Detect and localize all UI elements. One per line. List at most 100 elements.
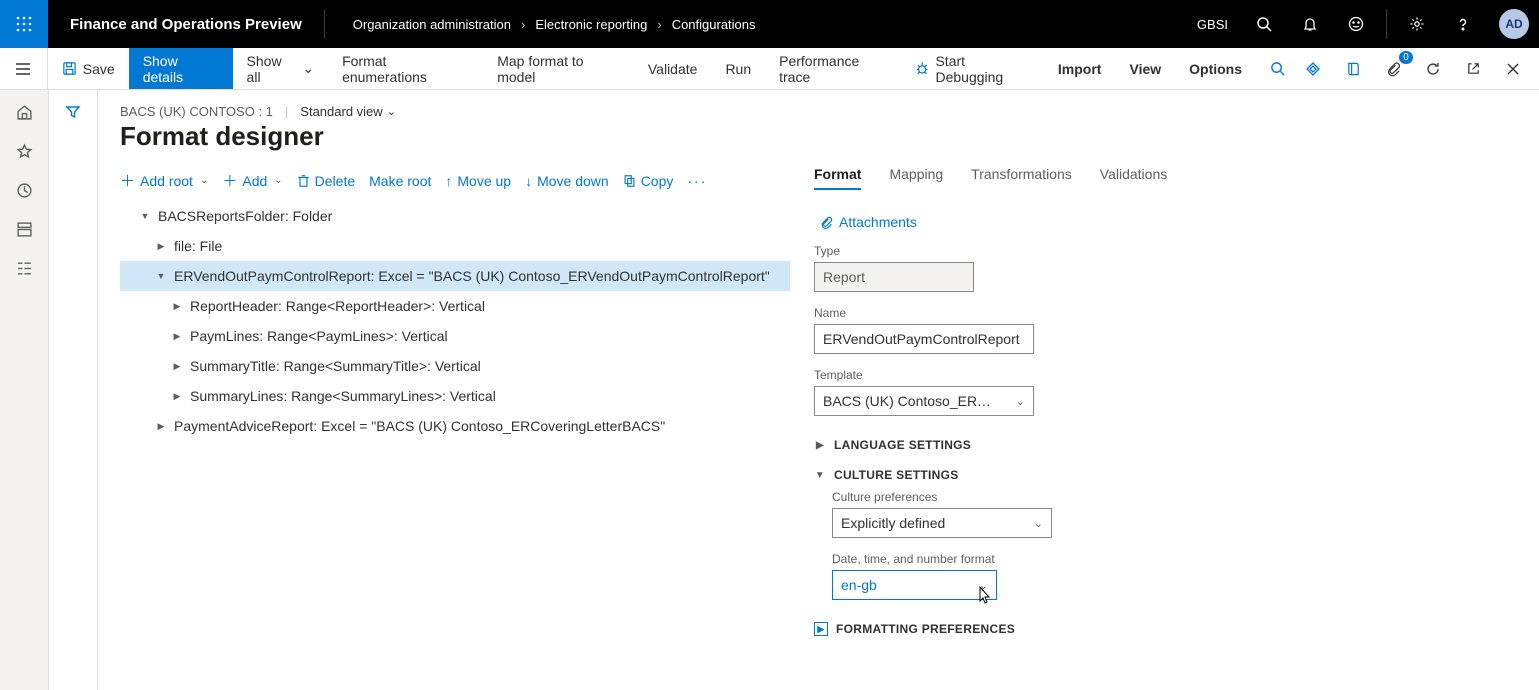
star-icon[interactable] xyxy=(16,143,33,160)
start-debugging-button[interactable]: Start Debugging xyxy=(903,48,1044,89)
legal-entity[interactable]: GBSI xyxy=(1197,17,1228,32)
show-details-button[interactable]: Show details xyxy=(129,48,233,89)
caret-closed-icon[interactable] xyxy=(156,241,166,252)
filter-icon[interactable] xyxy=(65,104,81,690)
nav-rail xyxy=(0,90,49,690)
tree-label: PaymentAdviceReport: Excel = "BACS (UK) … xyxy=(174,418,665,434)
chevron-down-icon: ⌄ xyxy=(979,579,988,592)
view-button[interactable]: View xyxy=(1115,48,1175,89)
hamburger-icon[interactable] xyxy=(0,48,47,89)
map-format-to-model-button[interactable]: Map format to model xyxy=(483,48,634,89)
validate-label: Validate xyxy=(648,61,698,77)
move-up-label: Move up xyxy=(457,173,511,189)
tree-row-selected[interactable]: ERVendOutPaymControlReport: Excel = "BAC… xyxy=(120,261,790,291)
tree-row[interactable]: file: File xyxy=(120,231,790,261)
format-enumerations-button[interactable]: Format enumerations xyxy=(328,48,483,89)
caret-closed-icon[interactable] xyxy=(172,361,182,372)
culture-pref-value: Explicitly defined xyxy=(841,515,945,531)
popout-icon[interactable] xyxy=(1459,55,1487,83)
delete-button[interactable]: Delete xyxy=(297,173,355,189)
tree-label: ReportHeader: Range<ReportHeader>: Verti… xyxy=(190,298,485,314)
clock-icon[interactable] xyxy=(16,182,33,199)
caret-open-icon[interactable] xyxy=(156,271,166,282)
template-value: BACS (UK) Contoso_ERVendO... xyxy=(823,393,993,409)
caret-closed-icon[interactable] xyxy=(156,421,166,432)
formatting-preferences-section[interactable]: ▶ FORMATTING PREFERENCES xyxy=(814,622,1517,636)
name-input[interactable]: ERVendOutPaymControlReport xyxy=(814,324,1034,354)
make-root-button[interactable]: Make root xyxy=(369,173,431,189)
cmd-search-button[interactable] xyxy=(1256,48,1299,89)
chevron-down-icon: ⌄ xyxy=(1034,517,1043,530)
tree-row[interactable]: PaymentAdviceReport: Excel = "BACS (UK) … xyxy=(120,411,790,441)
culture-pref-dropdown[interactable]: Explicitly defined ⌄ xyxy=(832,508,1052,538)
tree-row[interactable]: ReportHeader: Range<ReportHeader>: Verti… xyxy=(120,291,790,321)
copy-button[interactable]: Copy xyxy=(623,173,674,189)
modules-icon[interactable] xyxy=(16,260,33,277)
close-icon[interactable] xyxy=(1499,55,1527,83)
command-bar: Save Show details Show all ⌄ Format enum… xyxy=(0,48,1539,90)
add-root-button[interactable]: ＋Add root⌄ xyxy=(120,170,208,191)
avatar[interactable]: AD xyxy=(1499,9,1529,39)
attachments-link[interactable]: Attachments xyxy=(820,214,1517,230)
more-button[interactable]: ··· xyxy=(687,173,707,189)
dtn-dropdown[interactable]: en-gb ⌄ xyxy=(832,570,997,600)
tree-row[interactable]: PaymLines: Range<PaymLines>: Vertical xyxy=(120,321,790,351)
culture-settings-section[interactable]: ▼ CULTURE SETTINGS xyxy=(814,468,1517,482)
template-label: Template xyxy=(814,368,1517,382)
book-icon[interactable] xyxy=(1339,55,1367,83)
caret-closed-icon[interactable] xyxy=(172,301,182,312)
diamond-icon[interactable] xyxy=(1299,55,1327,83)
home-icon[interactable] xyxy=(16,104,33,121)
options-button[interactable]: Options xyxy=(1175,48,1256,89)
add-label: Add xyxy=(242,173,267,189)
move-down-button[interactable]: ↓Move down xyxy=(525,173,609,189)
move-up-button[interactable]: ↑Move up xyxy=(445,173,511,189)
caret-open-icon[interactable] xyxy=(140,211,150,222)
breadcrumb-er[interactable]: Electronic reporting xyxy=(535,17,647,32)
view-selector[interactable]: Standard view ⌄ xyxy=(300,104,396,119)
language-settings-section[interactable]: ▶ LANGUAGE SETTINGS xyxy=(814,438,1517,452)
workspace-icon[interactable] xyxy=(16,221,33,238)
format-enum-label: Format enumerations xyxy=(342,53,469,85)
performance-trace-button[interactable]: Performance trace xyxy=(765,48,903,89)
validate-button[interactable]: Validate xyxy=(634,48,712,89)
page-title: Format designer xyxy=(120,121,1517,152)
breadcrumb-configurations[interactable]: Configurations xyxy=(672,17,756,32)
import-button[interactable]: Import xyxy=(1044,48,1116,89)
breadcrumb-org-admin[interactable]: Organization administration xyxy=(353,17,511,32)
name-label: Name xyxy=(814,306,1517,320)
waffle-icon[interactable] xyxy=(0,0,48,48)
refresh-icon[interactable] xyxy=(1419,55,1447,83)
search-icon[interactable] xyxy=(1248,8,1280,40)
caret-closed-icon[interactable] xyxy=(172,331,182,342)
type-field: Report xyxy=(814,262,974,292)
run-button[interactable]: Run xyxy=(711,48,765,89)
tree-row[interactable]: SummaryTitle: Range<SummaryTitle>: Verti… xyxy=(120,351,790,381)
smiley-icon[interactable] xyxy=(1340,8,1372,40)
tab-format[interactable]: Format xyxy=(814,166,861,190)
help-icon[interactable] xyxy=(1447,8,1479,40)
context-row: BACS (UK) CONTOSO : 1 | Standard view ⌄ xyxy=(120,104,1517,119)
tree-row[interactable]: BACSReportsFolder: Folder xyxy=(120,201,790,231)
tab-transformations[interactable]: Transformations xyxy=(971,166,1072,190)
save-button[interactable]: Save xyxy=(48,48,129,89)
language-settings-label: LANGUAGE SETTINGS xyxy=(834,438,971,452)
tab-validations[interactable]: Validations xyxy=(1100,166,1167,190)
caret-closed-icon[interactable] xyxy=(172,391,182,402)
run-label: Run xyxy=(725,61,751,77)
tree-row[interactable]: SummaryLines: Range<SummaryLines>: Verti… xyxy=(120,381,790,411)
attachments-icon[interactable]: 0 xyxy=(1379,55,1407,83)
import-label: Import xyxy=(1058,61,1102,77)
tab-mapping[interactable]: Mapping xyxy=(889,166,943,190)
gear-icon[interactable] xyxy=(1401,8,1433,40)
chevron-down-icon: ⌄ xyxy=(274,175,282,186)
expand-box-icon: ▶ xyxy=(814,622,828,636)
content-area: BACS (UK) CONTOSO : 1 | Standard view ⌄ … xyxy=(98,90,1539,690)
chevron-down-icon: ⌄ xyxy=(1016,395,1025,408)
caret-closed-icon: ▶ xyxy=(814,440,826,451)
show-all-button[interactable]: Show all ⌄ xyxy=(233,48,329,89)
formatting-pref-label: FORMATTING PREFERENCES xyxy=(836,622,1015,636)
bell-icon[interactable] xyxy=(1294,8,1326,40)
add-button[interactable]: ＋Add⌄ xyxy=(222,170,282,191)
template-dropdown[interactable]: BACS (UK) Contoso_ERVendO... ⌄ xyxy=(814,386,1034,416)
